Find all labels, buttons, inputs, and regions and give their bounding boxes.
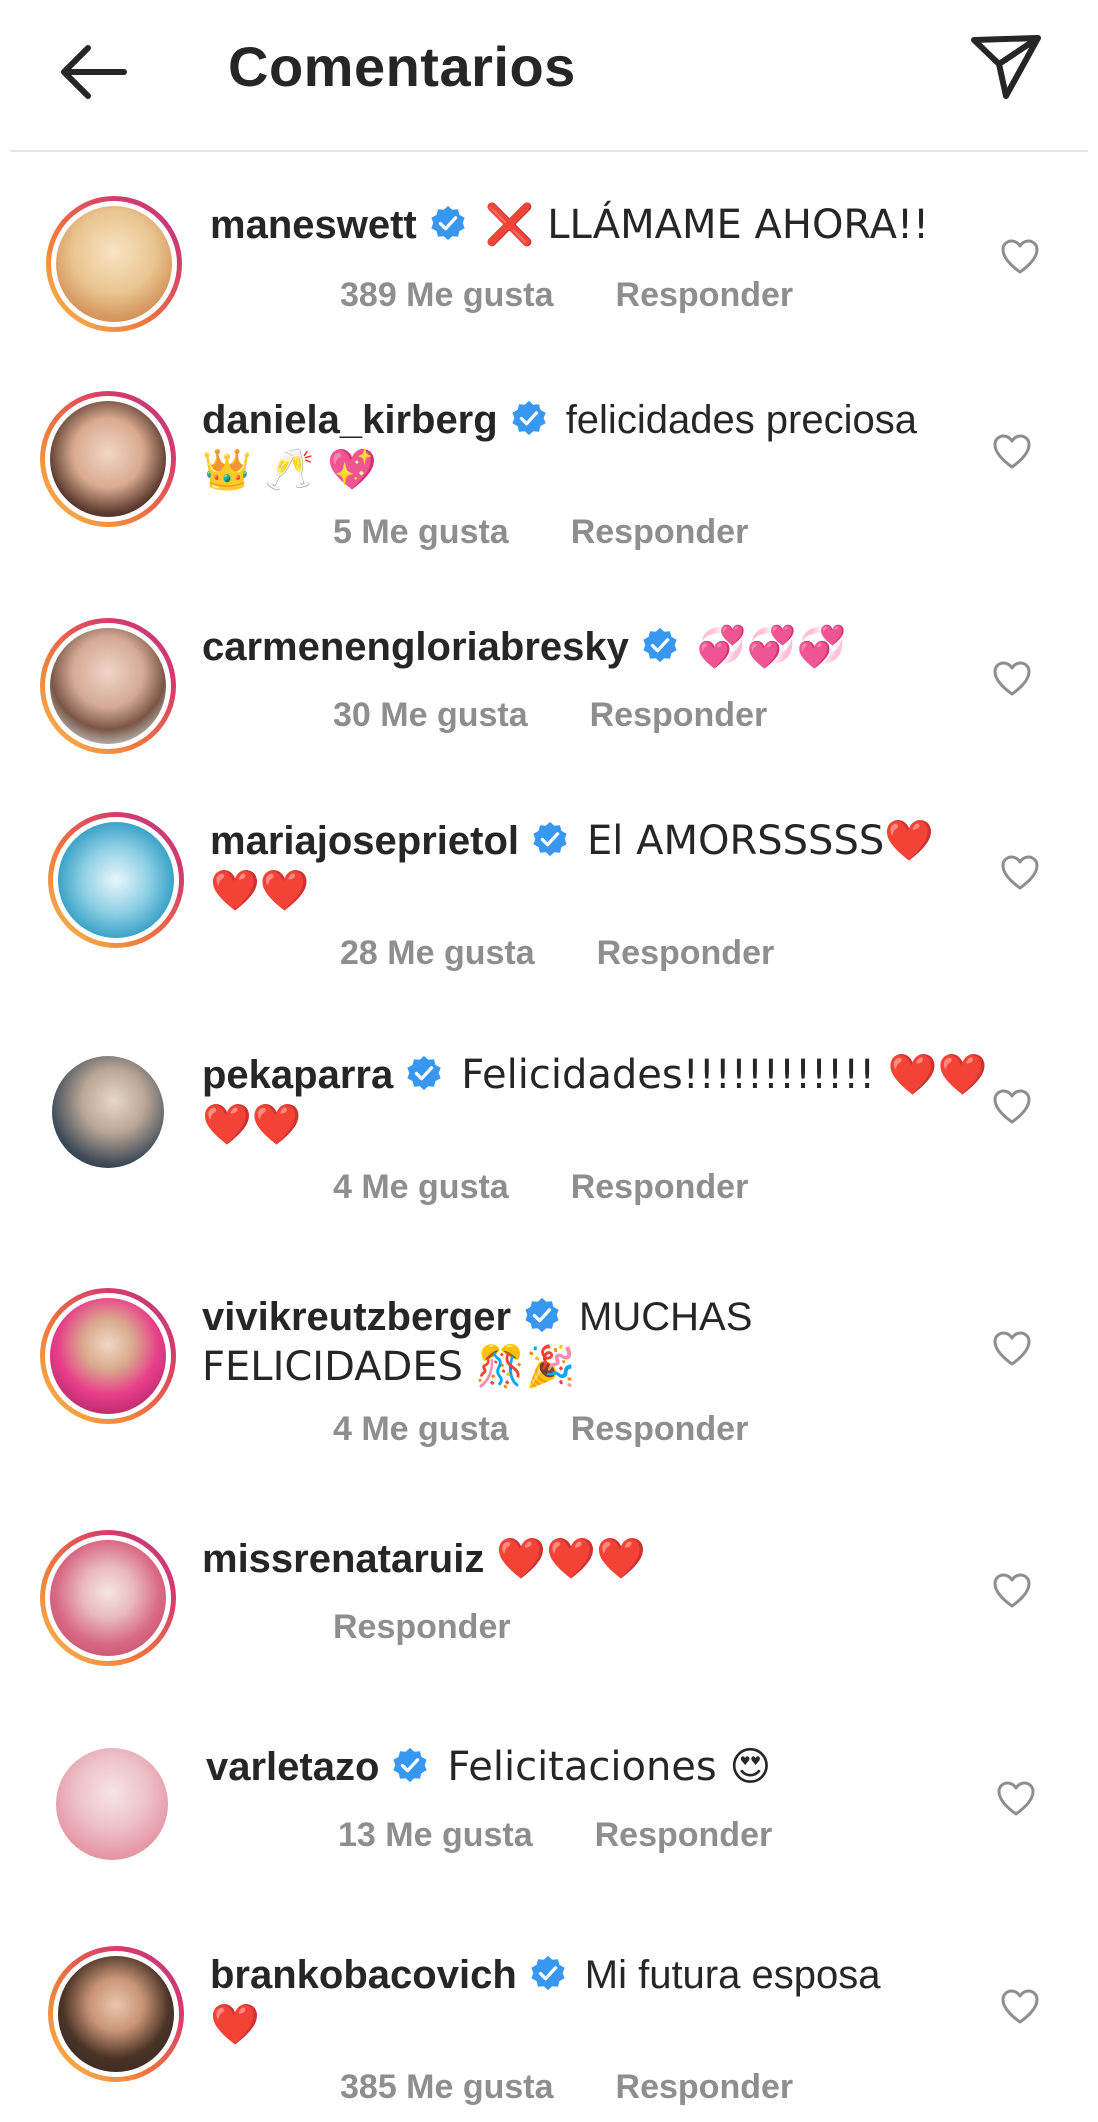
verified-badge-icon [512,400,546,436]
like-button[interactable] [996,1780,1036,1818]
comment-text-continued: 👑 🥂 💖 [202,447,377,493]
like-count[interactable]: 5 Me gusta [333,513,509,551]
like-count[interactable]: 28 Me gusta [340,934,535,972]
verified-badge-icon [431,205,465,241]
verified-badge-icon [525,1297,559,1333]
like-button[interactable] [992,433,1032,471]
reply-button[interactable]: Responder [571,1168,749,1206]
comment-username[interactable]: maneswett [210,203,417,247]
like-button[interactable] [992,1572,1032,1610]
avatar[interactable] [40,1288,176,1424]
comment-item: daniela_kirberg felicidades preciosa 👑 🥂 … [0,385,1098,605]
avatar[interactable] [52,1056,164,1168]
heart-icon [993,661,1031,696]
heart-icon [993,1573,1031,1608]
like-count[interactable]: 4 Me gusta [333,1168,509,1206]
reply-button[interactable]: Responder [333,1608,511,1646]
like-button[interactable] [992,1330,1032,1368]
comment-text: ❌ LLÁMAME AHORA!! [484,202,930,248]
avatar[interactable] [40,618,176,754]
avatar[interactable] [40,1530,176,1666]
reply-button[interactable]: Responder [571,1410,749,1448]
reply-button[interactable]: Responder [595,1816,773,1854]
heart-icon [993,1331,1031,1366]
heart-icon [1001,1989,1039,2024]
avatar[interactable] [40,391,176,527]
comment-item: missrenataruiz ❤️❤️❤️ Responder [0,1524,1098,1694]
header-bar: Comentarios [0,0,1098,150]
comment-username[interactable]: varletazo [206,1745,379,1789]
heart-icon [993,1089,1031,1124]
like-count[interactable]: 30 Me gusta [333,696,528,734]
comment-text: MUCHAS [579,1295,753,1339]
verified-badge-icon [531,1955,565,1991]
comment-text: Felicidades!!!!!!!!!!!! ❤️❤️ [461,1052,988,1098]
header-divider [10,150,1088,152]
comment-text: El AMORSSSSS❤️ [587,818,935,864]
page-title: Comentarios [228,35,576,98]
reply-button[interactable]: Responder [616,276,794,314]
comment-text: felicidades preciosa [565,398,917,442]
comment-text-continued: ❤️❤️ [202,1102,302,1148]
like-count[interactable]: 13 Me gusta [338,1816,533,1854]
comment-text: Felicitaciones 😍 [447,1744,772,1790]
comment-username[interactable]: pekaparra [202,1053,393,1097]
heart-icon [993,434,1031,469]
comment-item: varletazo Felicitaciones 😍 13 Me gusta Res… [0,1732,1098,1902]
comment-text-continued: ❤️❤️ [210,868,310,914]
avatar[interactable] [48,812,184,948]
like-button[interactable] [1000,1988,1040,2026]
reply-button[interactable]: Responder [616,2068,794,2106]
arrow-left-icon [61,45,127,99]
comment-item: mariajoseprietol El AMORSSSSS❤️ ❤️❤️ 28 M… [0,806,1098,1006]
comment-text-continued: ❤️ [210,2002,260,2048]
verified-badge-icon [393,1747,428,1783]
heart-icon [997,1781,1035,1816]
verified-badge-icon [533,821,567,857]
reply-button[interactable]: Responder [571,513,749,551]
comment-username[interactable]: daniela_kirberg [202,398,498,442]
like-button[interactable] [992,1088,1032,1126]
comment-item: carmenengloriabresky 💞💞💞 30 Me gusta Respo… [0,612,1098,792]
paper-plane-icon [971,35,1041,99]
reply-button[interactable]: Responder [590,696,768,734]
avatar[interactable] [56,1748,168,1860]
avatar[interactable] [46,196,182,332]
like-button[interactable] [1000,238,1040,276]
like-button[interactable] [1000,854,1040,892]
comment-item: pekaparra Felicidades!!!!!!!!!!!! ❤️❤️ ❤️… [0,1040,1098,1240]
comment-text: 💞💞💞 [696,624,847,670]
verified-badge-icon [407,1055,441,1091]
heart-icon [1001,239,1039,274]
comment-item: brankobacovich Mi futura esposa ❤️ 385 Me… [0,1940,1098,2120]
like-button[interactable] [992,660,1032,698]
comment-item: vivikreutzberger MUCHAS FELICIDADES 🎊🎉 4 … [0,1282,1098,1482]
comment-username[interactable]: vivikreutzberger [202,1295,511,1339]
reply-button[interactable]: Responder [597,934,775,972]
avatar[interactable] [48,1946,184,2082]
heart-icon [1001,855,1039,890]
comment-username[interactable]: mariajoseprietol [210,819,519,863]
verified-badge-icon [643,627,677,663]
comment-item: maneswett ❌ LLÁMAME AHORA!! 389 Me gusta R… [0,190,1098,370]
like-count[interactable]: 4 Me gusta [333,1410,509,1448]
comment-text-continued: FELICIDADES 🎊🎉 [202,1344,576,1390]
comment-text: ❤️❤️❤️ [496,1536,646,1582]
like-count[interactable]: 389 Me gusta [340,276,554,314]
comment-username[interactable]: carmenengloriabresky [202,625,629,669]
back-button[interactable] [52,32,142,112]
comment-text: Mi futura esposa [584,1953,881,1997]
comment-username[interactable]: brankobacovich [210,1953,517,1997]
like-count[interactable]: 385 Me gusta [340,2068,554,2106]
share-button[interactable] [966,28,1046,104]
comment-username[interactable]: missrenataruiz [202,1537,484,1581]
